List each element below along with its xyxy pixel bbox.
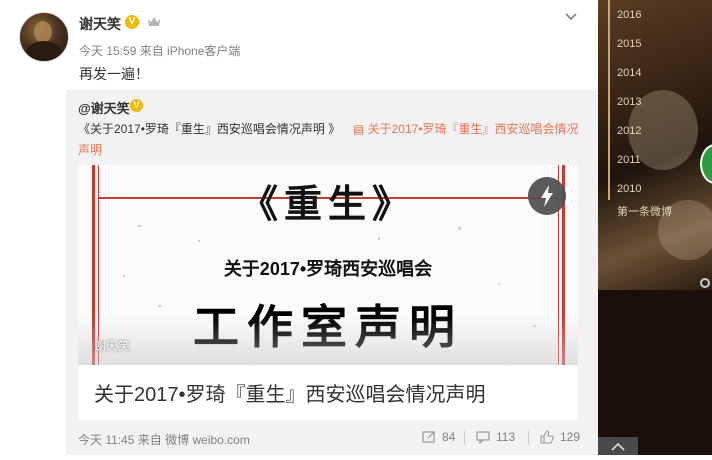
card-caption[interactable]: 关于2017•罗琦『重生』西安巡唱会情况声明 [94, 378, 486, 407]
repost-icon [422, 431, 435, 443]
cover-title: 《重生》 [239, 181, 416, 226]
gear-icon[interactable] [698, 276, 712, 290]
avatar[interactable] [19, 12, 69, 62]
comment-button[interactable]: 113 [476, 430, 515, 444]
article-cover-image[interactable]: 《重生》 关于2017•罗琦西安巡唱会 工作室声明 谢天笑 [78, 165, 578, 365]
sidebar-dark-area [598, 290, 712, 455]
original-text-body: 《关于2017•罗琦『重生』西安巡唱会情况声明 》 [78, 122, 341, 136]
profile-sidebar: 2016 2015 2014 2013 2012 2011 2010 第一条微博 [598, 0, 712, 455]
timeline-line [608, 0, 610, 200]
speck [198, 240, 200, 242]
timeline-year[interactable]: 2015 [617, 38, 641, 50]
like-button[interactable]: 129 [540, 430, 580, 444]
post-meta: 今天 15:59 来自 iPhone客户端 [79, 44, 241, 58]
chevron-down-icon[interactable] [564, 10, 578, 24]
article-card[interactable]: 《重生》 关于2017•罗琦西安巡唱会 工作室声明 谢天笑 关于2017•罗琦『… [78, 165, 578, 420]
timeline-year[interactable]: 2016 [617, 9, 641, 21]
timeline-first-post[interactable]: 第一条微博 [617, 203, 672, 219]
like-count: 129 [560, 430, 581, 444]
repost-block: @谢天笑 V 《关于2017•罗琦『重生』西安巡唱会情况声明 》 ▤ 关于201… [66, 90, 598, 455]
comment-icon [476, 431, 490, 444]
original-text: 《关于2017•罗琦『重生』西安巡唱会情况声明 》 ▤ 关于2017•罗琦『重生… [78, 119, 584, 161]
timeline-year[interactable]: 2012 [617, 125, 641, 137]
watermark: 谢天笑 [94, 339, 131, 353]
original-username[interactable]: @谢天笑 [78, 98, 130, 117]
thumbs-up-icon [540, 430, 554, 444]
weibo-post: 谢天笑 V 今天 15:59 来自 iPhone客户端 再发一遍！ @谢天笑 V… [0, 0, 598, 455]
verified-icon: V [125, 15, 139, 29]
article-link-icon[interactable]: ▤ [353, 122, 364, 136]
speck [378, 237, 380, 240]
back-to-top-button[interactable] [598, 437, 638, 455]
repost-count: 84 [442, 430, 456, 444]
avatar-body [26, 41, 62, 61]
chevron-up-icon [611, 442, 625, 451]
lightning-icon[interactable] [528, 177, 566, 215]
timeline-year[interactable]: 2013 [617, 96, 641, 108]
speck [498, 283, 500, 285]
comment-count: 113 [496, 430, 516, 444]
post-text: 再发一遍！ [79, 66, 149, 82]
verified-icon: V [130, 99, 143, 112]
divider [464, 431, 465, 445]
cover-fade [78, 315, 578, 365]
repost-button[interactable]: 84 [422, 430, 455, 444]
avatar-face [34, 21, 52, 43]
original-time: 今天 11:45 来自 微博 weibo.com [78, 433, 250, 447]
crown-icon[interactable] [147, 16, 161, 28]
timeline-year[interactable]: 2010 [617, 183, 641, 195]
divider [528, 431, 529, 445]
timeline-year[interactable]: 2014 [617, 67, 641, 79]
cover-subtitle: 关于2017•罗琦西安巡唱会 [223, 259, 433, 279]
timeline-year[interactable]: 2011 [617, 154, 641, 166]
username[interactable]: 谢天笑 [79, 14, 121, 34]
